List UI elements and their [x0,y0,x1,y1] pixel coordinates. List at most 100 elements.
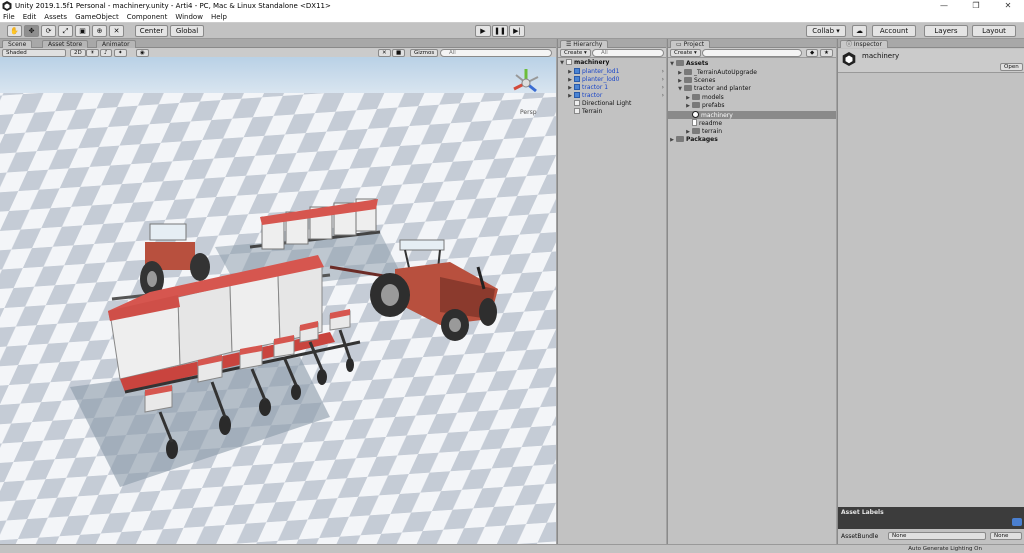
play-button[interactable]: ▶ [475,25,491,37]
folder-icon [692,94,700,100]
hierarchy-search-input[interactable]: All [592,49,664,57]
label-tag-button[interactable] [1012,518,1022,526]
project-item-label: terrain [702,128,723,135]
scene-canvas[interactable]: Persp [0,57,556,544]
move-tool-button[interactable]: ✥ [24,25,39,37]
scene-viewport[interactable]: Persp [0,57,556,544]
hierarchy-item-label: planter_lod0 [582,76,620,83]
hierarchy-item[interactable]: ▶ tractor 1 [558,84,666,92]
project-item[interactable]: ▶ _TerrainAutoUpgrade [668,69,836,77]
status-text: Auto Generate Lighting On [908,546,982,552]
custom-tool-button[interactable]: ✕ [109,25,124,37]
tools-toggle[interactable]: ✕ [378,49,391,57]
hierarchy-item[interactable]: Directional Light [558,100,666,108]
hierarchy-create-button[interactable]: Create ▾ [560,49,591,57]
space-toggle[interactable]: Global [170,25,204,37]
shading-dropdown[interactable]: Shaded [2,49,66,57]
menu-component[interactable]: Component [127,13,168,21]
project-item[interactable]: ▶ models [668,94,836,102]
asset-bundle-dropdown[interactable]: None [888,532,986,540]
tab-asset-store[interactable]: Asset Store [42,40,89,48]
menu-gameobject[interactable]: GameObject [75,13,119,21]
lightbulb-icon: ☀ [90,50,95,56]
hierarchy-item[interactable]: ▶ planter_lod1 [558,68,666,76]
hand-icon: ✋ [10,27,19,35]
layout-dropdown[interactable]: Layout [972,25,1016,37]
maximize-button[interactable]: ❐ [960,0,992,12]
inspector-panel: ⓘ Inspector machinery Open Asset Labels … [837,39,1024,544]
project-item-selected[interactable]: machinery [668,111,836,119]
minimize-button[interactable]: — [928,0,960,12]
collab-button[interactable]: Collab ▾ [806,25,846,37]
prefab-icon [574,92,580,98]
open-button[interactable]: Open [1000,63,1023,71]
cloud-button[interactable]: ☁ [852,25,867,37]
project-create-button[interactable]: Create ▾ [670,49,701,57]
project-item[interactable]: ▶ prefabs [668,102,836,110]
lighting-toggle[interactable]: ☀ [86,49,99,57]
pivot-toggle[interactable]: Center [135,25,168,37]
tab-scene[interactable]: Scene [2,40,33,48]
packages-root-item[interactable]: ▶ Packages [668,136,836,144]
project-item-label: readme [699,120,723,127]
close-button[interactable]: ✕ [992,0,1024,12]
scene-root-label: machinery [574,59,610,66]
project-item[interactable]: ▼ tractor and planter [668,85,836,93]
step-button[interactable]: ▶| [509,25,525,37]
prefab-icon [574,68,580,74]
audio-toggle[interactable]: ♪ [100,49,112,57]
pause-button[interactable]: ❚❚ [492,25,508,37]
tools-icon: ✕ [382,50,387,56]
hierarchy-item[interactable]: ▶ planter_lod0 [558,76,666,84]
project-item[interactable]: ▶ terrain [668,128,836,136]
menu-help[interactable]: Help [211,13,227,21]
expand-arrow-icon: ▼ [560,60,564,66]
menu-window[interactable]: Window [175,13,203,21]
account-dropdown[interactable]: Account [872,25,916,37]
transform-tool-button[interactable]: ⊕ [92,25,107,37]
layers-dropdown[interactable]: Layers [924,25,968,37]
scale-tool-button[interactable]: ⤢ [58,25,73,37]
rotate-tool-button[interactable]: ⟳ [41,25,56,37]
project-item[interactable]: readme [668,119,836,127]
hierarchy-item[interactable]: Terrain [558,108,666,116]
menu-assets[interactable]: Assets [44,13,67,21]
project-search-input[interactable] [702,49,802,57]
folder-icon [692,128,700,134]
menu-file[interactable]: File [3,13,15,21]
hierarchy-item-label: Terrain [582,108,603,115]
project-item-label: Scenes [694,77,716,84]
asset-bundle-row: AssetBundle None None [838,529,1024,544]
play-icon: ▶ [480,27,486,35]
hand-tool-button[interactable]: ✋ [7,25,22,37]
menu-edit[interactable]: Edit [23,13,37,21]
tab-project[interactable]: ▭ Project [670,40,711,48]
inspector-tab-bar: ⓘ Inspector [838,39,1024,48]
project-item[interactable]: ▶ Scenes [668,77,836,85]
gizmos-dropdown[interactable]: Gizmos [410,49,439,57]
persp-label[interactable]: Persp [520,109,537,116]
hidden-objects-toggle[interactable]: ◉ [136,49,149,57]
filter-type-button[interactable]: ◆ [806,49,819,57]
unity-scene-icon [692,111,699,118]
hierarchy-item-label: tractor [582,92,603,99]
collapsed-arrow-icon: ▶ [686,103,690,109]
asset-variant-dropdown[interactable]: None [990,532,1022,540]
tab-hierarchy[interactable]: ☰ Hierarchy [560,40,609,48]
hierarchy-item[interactable]: ▶ tractor [558,92,666,100]
assets-root-item[interactable]: ▼ Assets [668,60,836,68]
effects-dropdown[interactable]: ✦ [114,49,127,57]
rect-icon: ▣ [79,27,86,35]
favorite-button[interactable]: ★ [820,49,833,57]
collapsed-arrow-icon: ▶ [568,77,572,83]
project-tab-label: Project [683,41,705,48]
tab-inspector[interactable]: ⓘ Inspector [840,40,888,48]
tab-animator[interactable]: Animator [96,40,136,48]
asset-labels-title: Asset Labels [841,509,884,516]
scene-root-item[interactable]: ▼ machinery [558,59,666,67]
rect-tool-button[interactable]: ▣ [75,25,90,37]
star-icon: ★ [824,50,829,56]
2d-toggle[interactable]: 2D [70,49,86,57]
scene-search-input[interactable]: All [440,49,552,57]
camera-dropdown[interactable]: ■ [392,49,406,57]
